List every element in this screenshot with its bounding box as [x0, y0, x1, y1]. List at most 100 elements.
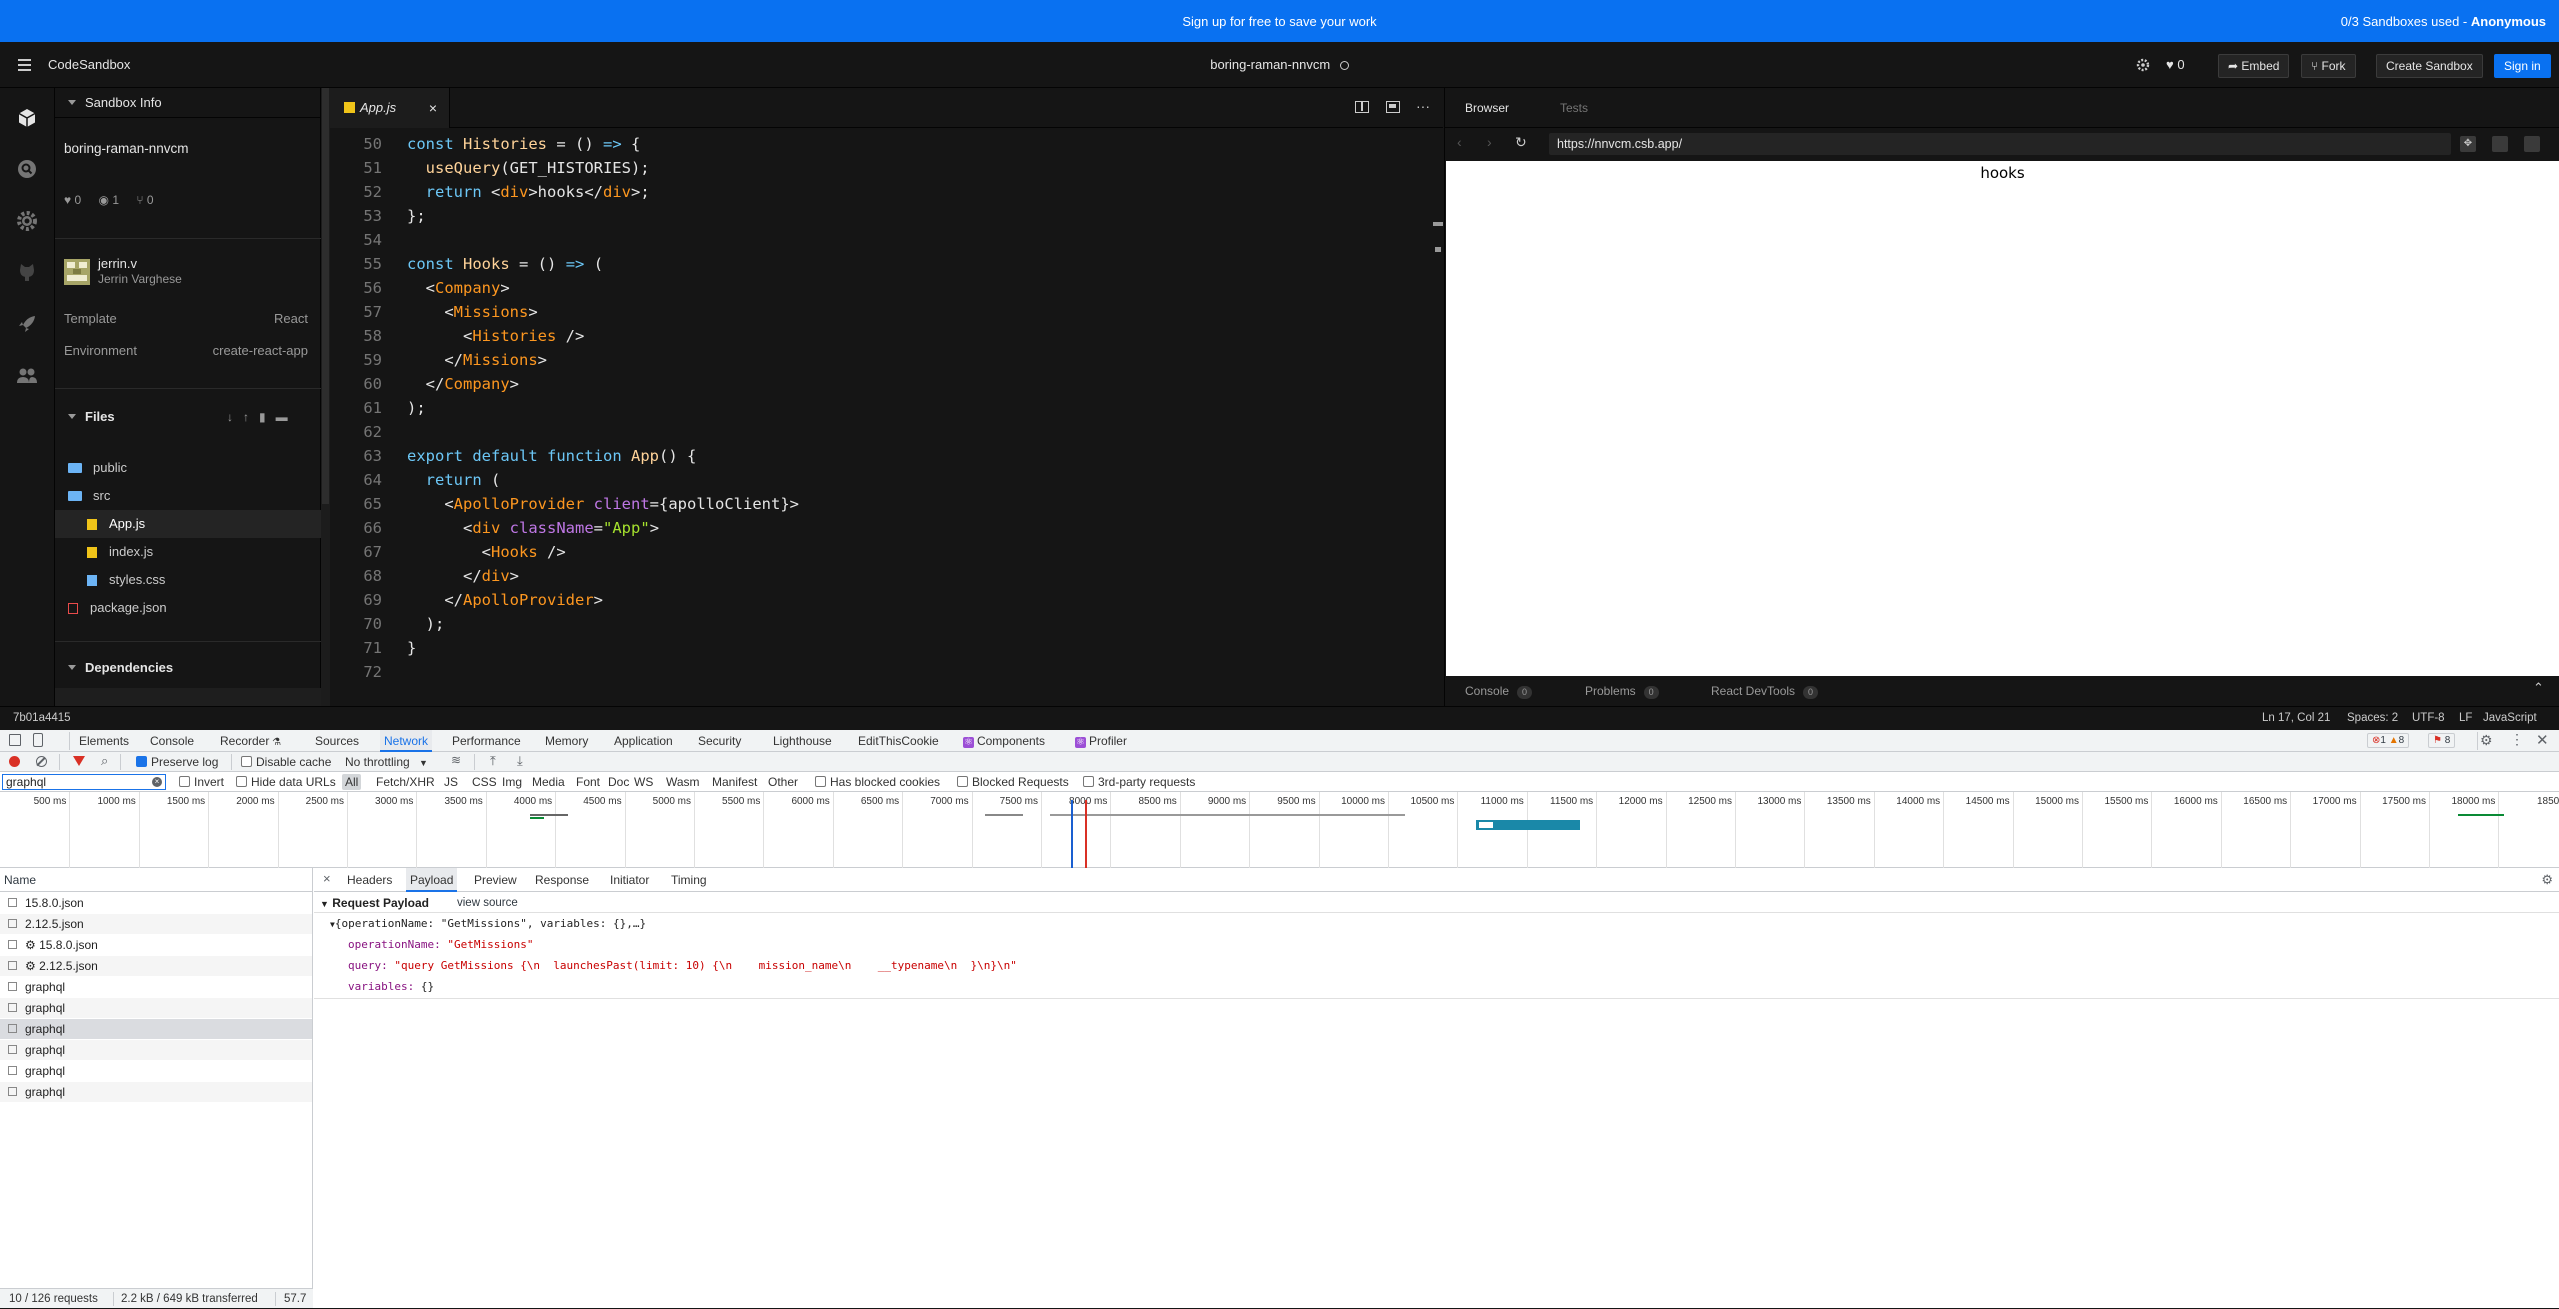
record-icon[interactable]	[9, 756, 20, 767]
type-filter-img[interactable]: Img	[502, 772, 522, 792]
type-filter-css[interactable]: CSS	[472, 772, 497, 792]
clear-filter-icon[interactable]: ×	[152, 777, 162, 787]
type-filter-ws[interactable]: WS	[634, 772, 653, 792]
detail-tab-timing[interactable]: Timing	[671, 868, 707, 892]
devtools-tab-console[interactable]: Console	[150, 730, 194, 752]
devtools-tab-lighthouse[interactable]: Lighthouse	[773, 730, 832, 752]
code-line[interactable]: 67 <Hooks />	[330, 540, 1430, 564]
request-row[interactable]: ⚙ 15.8.0.json	[0, 935, 312, 956]
close-icon[interactable]: ×	[429, 88, 437, 128]
throttling-select[interactable]: No throttling ▼	[345, 752, 428, 772]
request-row[interactable]: graphql	[0, 1040, 312, 1061]
more-vertical-icon[interactable]: ⋮	[2510, 731, 2524, 748]
clear-icon[interactable]	[36, 756, 47, 767]
devtools-tab-editthiscookie[interactable]: EditThisCookie	[858, 730, 939, 752]
language-mode[interactable]: JavaScript	[2483, 707, 2537, 729]
code-line[interactable]: 62	[330, 420, 1430, 444]
payload-summary[interactable]: ▼{operationName: "GetMissions", variable…	[330, 917, 646, 930]
code-line[interactable]: 66 <div className="App">	[330, 516, 1430, 540]
signup-banner[interactable]: Sign up for free to save your work 0/3 S…	[0, 0, 2559, 42]
search-icon[interactable]	[16, 158, 38, 180]
export-har-icon[interactable]: ⤓	[517, 753, 523, 769]
detail-tab-payload[interactable]: Payload	[406, 868, 458, 892]
sidebar-resize-handle[interactable]	[321, 88, 330, 706]
globe-icon[interactable]	[1339, 61, 1349, 70]
code-line[interactable]: 59 </Missions>	[330, 348, 1430, 372]
type-filter-other[interactable]: Other	[768, 772, 798, 792]
code-line[interactable]: 70 );	[330, 612, 1430, 636]
code-line[interactable]: 53};	[330, 204, 1430, 228]
network-conditions-icon[interactable]: ≋	[451, 753, 461, 767]
cursor-position[interactable]: Ln 17, Col 21	[2262, 707, 2330, 729]
type-filter-font[interactable]: Font	[576, 772, 600, 792]
preserve-log-checkbox[interactable]: Preserve log	[136, 752, 218, 772]
devtools-tab-components[interactable]: ⚛ Components	[963, 730, 1045, 752]
sign-in-button[interactable]: Sign in	[2494, 54, 2551, 78]
split-editor-icon[interactable]	[1355, 101, 1369, 113]
invert-checkbox[interactable]: Invert	[179, 772, 224, 792]
blocked-cookies-checkbox[interactable]: Has blocked cookies	[815, 772, 940, 792]
new-file-icon[interactable]: ▮	[259, 410, 276, 424]
username[interactable]: jerrin.v	[98, 256, 137, 271]
forward-icon[interactable]: ›	[1487, 134, 1492, 150]
close-detail-icon[interactable]: ×	[323, 871, 331, 886]
code-line[interactable]: 61);	[330, 396, 1430, 420]
problems-tab[interactable]: Problems 0	[1585, 684, 1659, 699]
github-icon[interactable]	[16, 261, 38, 283]
request-row[interactable]: 2.12.5.json	[0, 914, 312, 935]
devtools-tab-security[interactable]: Security	[698, 730, 741, 752]
upload-icon[interactable]: ↑	[243, 410, 259, 424]
request-row[interactable]: graphql	[0, 1082, 312, 1103]
detail-tab-preview[interactable]: Preview	[474, 868, 517, 892]
devtools-tab-profiler[interactable]: ⚛ Profiler	[1075, 730, 1127, 752]
name-column-header[interactable]: Name	[0, 868, 312, 892]
heart-icon[interactable]: ♥	[2166, 57, 2174, 72]
request-row[interactable]: graphql	[0, 1019, 312, 1040]
tab-app-js[interactable]: App.js ×	[330, 88, 450, 128]
indentation[interactable]: Spaces: 2	[2347, 707, 2398, 729]
encoding[interactable]: UTF-8	[2412, 707, 2445, 729]
filter-icon[interactable]	[73, 756, 85, 766]
url-input[interactable]: https://nnvcm.csb.app/	[1549, 133, 2451, 155]
fork-button[interactable]: ⑂ Fork	[2301, 54, 2356, 78]
type-filter-all[interactable]: All	[342, 774, 362, 790]
sandbox-name[interactable]: boring-raman-nnvcm	[64, 141, 189, 156]
preview-layout-icon[interactable]	[1386, 101, 1400, 113]
team-icon[interactable]	[16, 365, 38, 387]
code-line[interactable]: 52 return <div>hooks</div>;	[330, 180, 1430, 204]
code-line[interactable]: 55 const Hooks = () => (	[330, 252, 1430, 276]
type-filter-fetch-xhr[interactable]: Fetch/XHR	[376, 772, 435, 792]
dependencies-header[interactable]: Dependencies	[55, 653, 321, 683]
file-tree-item[interactable]: App.js	[55, 510, 321, 538]
code-line[interactable]: 57 <Missions>	[330, 300, 1430, 324]
inspect-element-icon[interactable]	[9, 734, 21, 746]
devtools-tab-application[interactable]: Application	[614, 730, 673, 752]
settings-gear-icon[interactable]: ⚙	[2480, 732, 2493, 749]
navigator-icon[interactable]: ✥	[2460, 136, 2476, 152]
issues-badge[interactable]: ⚑ 8	[2428, 733, 2456, 748]
detail-tab-response[interactable]: Response	[535, 868, 589, 892]
code-line[interactable]: 71}	[330, 636, 1430, 660]
code-line[interactable]: 65 <ApolloProvider client={apolloClient}…	[330, 492, 1430, 516]
code-line[interactable]: 54	[330, 228, 1430, 252]
download-icon[interactable]: ↓	[227, 410, 243, 424]
detail-tab-initiator[interactable]: Initiator	[610, 868, 649, 892]
device-toolbar-icon[interactable]	[33, 733, 43, 747]
third-party-checkbox[interactable]: 3rd-party requests	[1083, 772, 1195, 792]
code-line[interactable]: 58 <Histories />	[330, 324, 1430, 348]
request-row[interactable]: 15.8.0.json	[0, 893, 312, 914]
sandbox-info-header[interactable]: Sandbox Info	[55, 88, 321, 118]
refresh-icon[interactable]: ↻	[1515, 134, 1527, 151]
type-filter-wasm[interactable]: Wasm	[666, 772, 700, 792]
detail-tab-headers[interactable]: Headers	[347, 868, 392, 892]
request-row[interactable]: ⚙ 2.12.5.json	[0, 956, 312, 977]
code-line[interactable]: 60 </Company>	[330, 372, 1430, 396]
type-filter-manifest[interactable]: Manifest	[712, 772, 757, 792]
more-options-icon[interactable]: ···	[1416, 98, 1430, 114]
request-payload-section[interactable]: ▼ Request Payload	[320, 896, 429, 910]
console-tab[interactable]: Console 0	[1465, 684, 1533, 699]
code-line[interactable]: 72	[330, 660, 1430, 684]
rocket-icon[interactable]	[16, 313, 38, 335]
blocked-requests-checkbox[interactable]: Blocked Requests	[957, 772, 1069, 792]
devtools-tab-elements[interactable]: Elements	[79, 730, 129, 752]
